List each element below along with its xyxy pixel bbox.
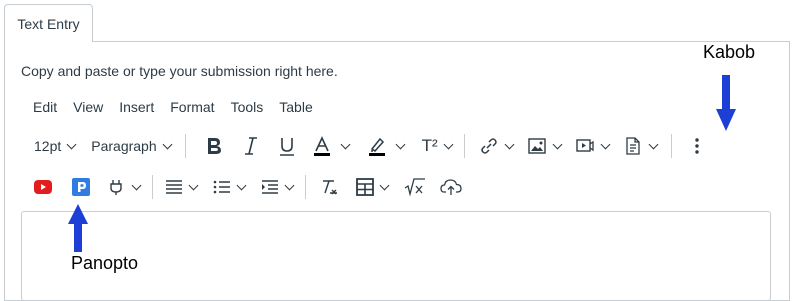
highlight-icon [368,137,385,156]
chevron-down-icon [236,180,247,190]
panopto-annotation-label: Panopto [71,253,139,273]
menu-format[interactable]: Format [170,99,214,115]
more-options-button[interactable] [694,132,700,160]
clear-formatting-icon [323,180,337,195]
editor-menubar: Edit View Insert Format Tools Table [33,99,329,115]
cloud-upload-icon [440,179,462,195]
youtube-icon [34,180,52,194]
menu-tools[interactable]: Tools [231,99,264,115]
toolbar-divider [184,134,186,158]
cloud-upload-button[interactable] [440,173,462,201]
table-icon [356,178,374,196]
image-icon [527,138,546,154]
panopto-button[interactable] [72,173,90,201]
italic-icon [244,137,257,155]
toolbar-divider [305,175,306,199]
menu-view[interactable]: View [73,99,103,115]
list-button[interactable] [213,173,247,201]
kabob-annotation-label: Kabob [703,42,756,62]
indent-icon [262,180,278,194]
font-size-value: 12pt [34,138,62,154]
block-format-value: Paragraph [91,138,157,154]
superscript-button[interactable]: T² [421,132,454,160]
link-icon [480,138,497,154]
clear-formatting-button[interactable] [320,173,340,201]
toolbar-divider [670,134,672,158]
bold-icon [207,138,221,154]
italic-button[interactable] [242,132,260,160]
list-icon [213,180,230,194]
link-button[interactable] [479,132,515,160]
chevron-down-icon [131,180,142,190]
highlight-color-button[interactable] [367,132,406,160]
chevron-down-icon [504,139,515,149]
plugin-button[interactable] [106,173,142,201]
equation-icon [404,178,425,197]
media-button[interactable] [575,132,611,160]
align-icon [166,180,182,194]
tab-text-entry[interactable]: Text Entry [4,4,93,42]
align-button[interactable] [165,173,199,201]
chevron-down-icon [600,139,611,149]
image-button[interactable] [527,132,563,160]
menu-insert[interactable]: Insert [119,99,154,115]
underline-icon [279,138,294,156]
kabob-arrow-icon [716,75,736,131]
table-button[interactable] [356,173,390,201]
toolbar-row-2 [34,173,504,201]
menu-edit[interactable]: Edit [33,99,57,115]
chevron-down-icon [395,139,406,149]
chevron-down-icon [284,180,295,190]
document-button[interactable] [623,132,659,160]
kebab-menu-icon [694,138,699,154]
youtube-button[interactable] [34,173,52,201]
chevron-down-icon [340,139,351,149]
plugin-icon [110,180,122,195]
underline-button[interactable] [278,132,296,160]
panopto-icon [72,178,90,196]
panopto-arrow-icon [68,204,88,252]
chevron-down-icon [648,139,659,149]
equation-button[interactable] [404,173,426,201]
chevron-down-icon [443,139,454,149]
block-format-select[interactable]: Paragraph [91,132,173,160]
superscript-icon: T² [421,136,438,155]
instructions-text: Copy and paste or type your submission r… [21,63,338,79]
toolbar-divider [463,134,465,158]
media-icon [575,139,594,152]
document-icon [626,137,640,155]
chevron-down-icon [552,139,563,149]
text-color-icon [313,136,330,156]
bold-button[interactable] [204,132,224,160]
toolbar-divider [152,175,153,199]
text-color-button[interactable] [312,132,351,160]
chevron-down-icon [162,139,173,149]
indent-button[interactable] [261,173,295,201]
chevron-down-icon [188,180,199,190]
chevron-down-icon [379,180,390,190]
toolbar-row-1: 12pt Paragraph T² [34,132,794,160]
menu-table[interactable]: Table [279,99,312,115]
font-size-select[interactable]: 12pt [34,132,77,160]
chevron-down-icon [66,139,77,149]
